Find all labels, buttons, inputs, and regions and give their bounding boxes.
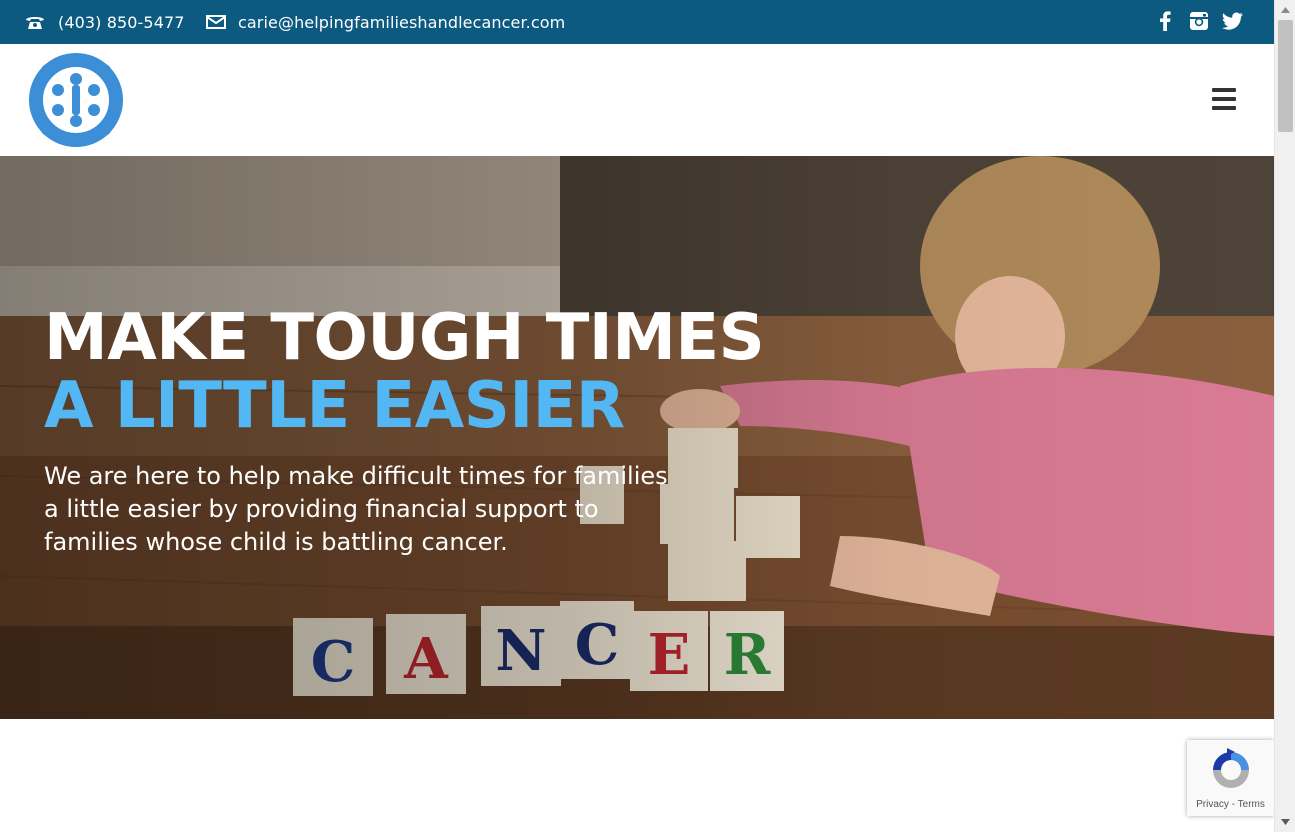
top-contact-bar: (403) 850-5477 carie@helpingfamilieshand…	[0, 0, 1274, 44]
hero-heading-line2: A LITTLE EASIER	[44, 369, 625, 443]
scroll-down-arrow-icon[interactable]	[1275, 814, 1295, 830]
email-contact[interactable]: carie@helpingfamilieshandlecancer.com	[206, 0, 565, 44]
recaptcha-privacy-link[interactable]: Privacy	[1196, 799, 1229, 810]
hero-description: We are here to help make difficult times…	[44, 462, 668, 556]
hero-heading: MAKE TOUGH TIMES A LITTLE EASIER	[44, 301, 765, 443]
hero-banner: C A N C E R MAKE TOUGH TIMES A LITTLE EA…	[0, 156, 1274, 719]
recaptcha-separator: -	[1228, 799, 1238, 810]
hamburger-icon[interactable]	[1212, 88, 1238, 110]
site-header	[0, 44, 1274, 156]
phone-icon	[24, 14, 46, 30]
site-logo[interactable]	[26, 52, 126, 148]
menu-bar-bottom	[1212, 106, 1236, 110]
social-links	[1154, 10, 1244, 32]
email-address: carie@helpingfamilieshandlecancer.com	[238, 12, 566, 32]
hero-heading-line1: MAKE TOUGH TIMES	[44, 301, 765, 375]
menu-bar-middle	[1212, 97, 1236, 101]
recaptcha-links: Privacy - Terms	[1187, 799, 1274, 810]
instagram-icon[interactable]	[1188, 10, 1210, 32]
twitter-icon[interactable]	[1222, 10, 1244, 32]
recaptcha-badge[interactable]: Privacy - Terms	[1187, 740, 1274, 816]
facebook-icon[interactable]	[1154, 10, 1176, 32]
page: (403) 850-5477 carie@helpingfamilieshand…	[0, 0, 1295, 832]
phone-number: (403) 850-5477	[58, 12, 185, 32]
envelope-icon	[206, 14, 226, 30]
scrollbar-thumb[interactable]	[1278, 20, 1293, 132]
phone-contact[interactable]: (403) 850-5477	[24, 0, 185, 44]
recaptcha-icon	[1213, 748, 1249, 788]
scroll-up-arrow-icon[interactable]	[1275, 2, 1295, 18]
recaptcha-terms-link[interactable]: Terms	[1238, 799, 1265, 810]
menu-bar-top	[1212, 88, 1236, 92]
page-scrollbar[interactable]	[1274, 0, 1295, 832]
